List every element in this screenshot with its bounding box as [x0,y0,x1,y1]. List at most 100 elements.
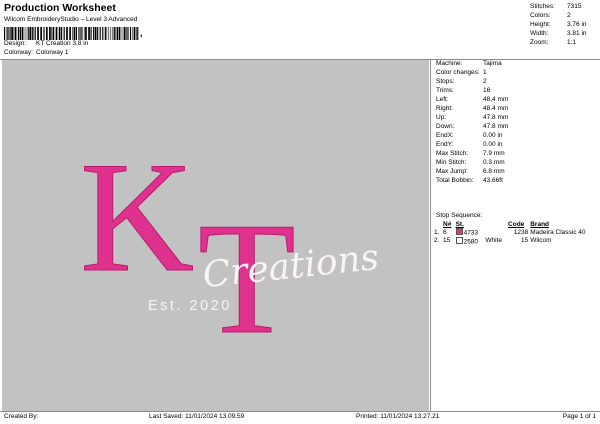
barcode-bar [29,27,32,40]
stat-stitches: Stitches: 7315 [530,3,581,10]
max-stitch-row: Max Stitch: 7.9 mm [436,150,505,157]
row-st: 2580 [455,236,485,245]
barcode-bar [137,27,139,40]
total-bobbin-label: Total Bobbin: [436,177,474,184]
colorway-label: Colorway: [4,49,33,56]
barcode-bar [37,27,39,40]
est-2020-text: Est. 2020 [148,298,232,314]
letter-k-stitching: K [80,130,194,305]
machine-value: Tajima [483,60,502,67]
col-st: St. [455,221,464,228]
total-bobbin-value: 43.66ft [483,177,503,184]
barcode-bar [80,27,81,40]
stat-height: Height: 3.76 in [530,21,587,28]
right-value: 48.4 mm [483,105,509,112]
color-changes-row: Color changes: 1 [436,69,487,76]
barcode-bar [4,27,6,40]
row-name [484,228,507,237]
barcode-bar [27,27,29,40]
up-value: 47.8 mm [483,114,509,121]
barcode-bar [52,27,55,40]
left-label: Left: [436,96,449,103]
barcode-bar [13,27,15,40]
barcode-bar [90,27,92,40]
max-jump-row: Max Jump: 6.8 mm [436,168,505,175]
stat-value: 1:1 [567,39,577,46]
barcode-bar [63,27,65,40]
barcode-bar [72,27,73,40]
barcode-bar [102,27,104,40]
min-stitch-label: Min Stitch: [436,159,467,166]
panel-separator [430,60,431,411]
last-saved: Last Saved: 11/01/2024 13.09.59 [149,413,245,420]
color-changes-label: Color changes: [436,69,480,76]
barcode-bar [83,27,85,40]
barcode-bar [25,27,27,40]
barcode-bar [17,27,19,40]
color-swatch-icon [455,236,463,244]
machine-label: Machine: [436,60,463,67]
barcode-bar [127,27,129,40]
endy-value: 0.00 in [483,141,503,148]
barcode-bar [132,27,134,40]
table-row: 2. 15 2580 White 15 Wilcom [433,236,599,245]
barcode-bar [99,27,101,40]
barcode-bar [34,27,36,40]
row-name: White [485,237,502,245]
up-row: Up: 47.8 mm [436,114,508,121]
colorway-value: Colorway 1 [36,49,69,56]
barcode-bar [118,27,121,40]
barcode-bar [115,27,117,40]
row-index: 1. [434,228,440,236]
stat-value: 3.76 in [567,21,587,28]
row-brand: Wilcom [530,237,552,245]
barcode-bar [113,27,115,40]
barcode-bar [85,27,87,40]
min-stitch-row: Min Stitch: 0.3 mm [436,159,505,166]
row-st: 4733 [455,228,485,237]
divider-bottom [0,411,600,412]
barcode-bar [108,27,110,40]
stop-sequence-header-row: N# St. Code Brand [433,221,599,228]
right-row: Right: 48.4 mm [436,105,508,112]
stat-width: Width: 3.81 in [530,30,587,37]
stat-value: 7315 [567,3,582,10]
col-index [433,221,442,228]
barcode-bar [19,27,22,40]
row-st-value: 2580 [463,238,479,245]
barcode-bar [73,27,76,40]
barcode-bar [133,27,136,40]
max-stitch-label: Max Stitch: [436,150,469,157]
barcode-bar [55,27,58,40]
endx-value: 0.00 in [483,132,503,139]
left-row: Left: 48.4 mm [436,96,508,103]
stat-value: 3.81 in [567,30,587,37]
stop-sequence-table: N# St. Code Brand 1. 6 4733 1238 Madeira… [433,221,599,245]
barcode-bar [23,27,25,40]
trims-label: Trims: [436,87,454,94]
design-row: Design: KT Creation 3,8 in [4,40,88,47]
col-brand: Brand [530,221,550,228]
stat-zoom: Zoom: 1:1 [530,39,576,46]
max-jump-label: Max Jump: [436,168,468,175]
stat-label: Width: [530,30,549,37]
min-stitch-value: 0.3 mm [483,159,505,166]
barcode-bar [120,27,122,40]
row-n: 15 [443,237,451,245]
col-name [484,221,507,228]
endy-row: EndY: 0.00 in [436,141,503,148]
row-code: 15 [521,237,529,245]
barcode-bar [33,27,35,40]
barcode-bar [112,27,114,40]
down-row: Down: 47.8 mm [436,123,508,130]
barcode-bar [136,27,137,40]
barcode-bar [129,27,132,40]
barcode-bar [11,27,13,40]
barcode-bar [49,27,51,40]
barcode-bar [69,27,71,40]
colorway-row: Colorway: Colorway 1 [4,49,69,56]
barcode-bar [51,27,52,40]
table-row: 1. 6 4733 1238 Madeira Classic 40 [433,228,599,237]
barcode-bar [94,27,97,40]
software-subtitle: Wilcom EmbroideryStudio – Level 3 Advanc… [4,16,138,23]
